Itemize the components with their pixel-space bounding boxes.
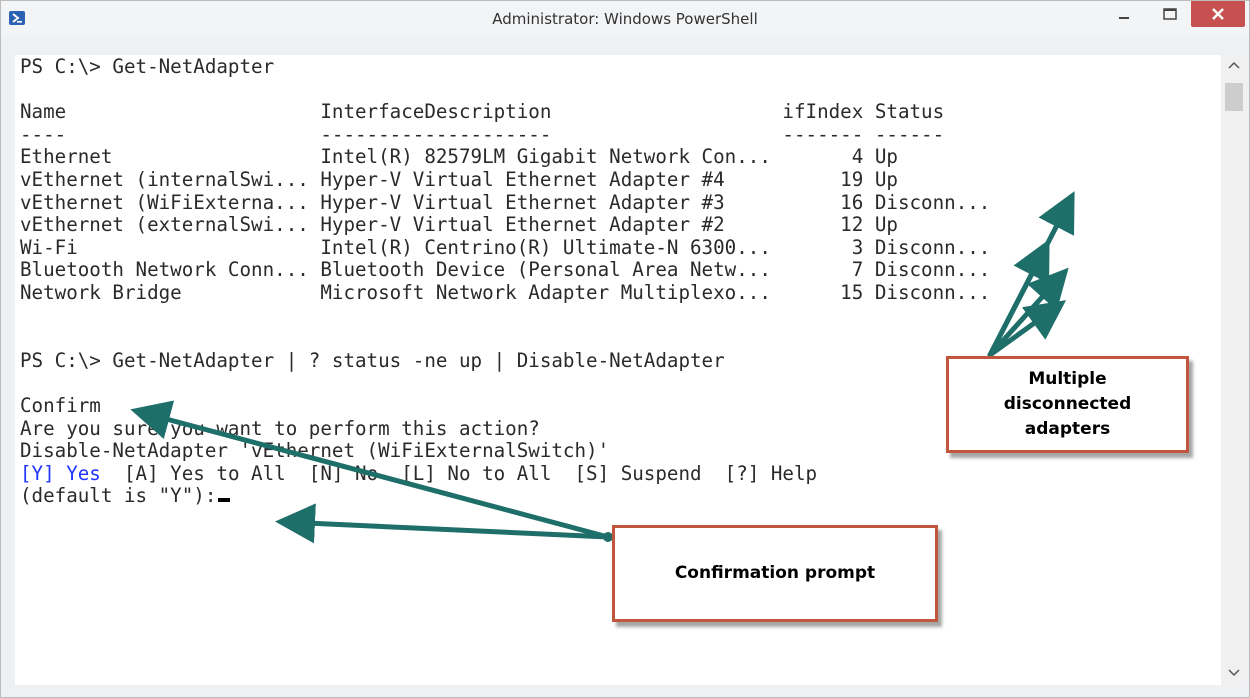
close-button[interactable] bbox=[1191, 1, 1245, 27]
window-title: Administrator: Windows PowerShell bbox=[492, 10, 758, 28]
scroll-thumb[interactable] bbox=[1225, 83, 1243, 111]
maximize-icon bbox=[1163, 8, 1177, 20]
command-prompt-get-netadapter: PS C:\> Get-NetAdapter bbox=[20, 55, 275, 78]
minimize-button[interactable] bbox=[1101, 1, 1147, 27]
text-cursor bbox=[218, 498, 231, 503]
vertical-scrollbar[interactable] bbox=[1221, 55, 1247, 685]
table-row: vEthernet (externalSwi... Hyper-V Virtua… bbox=[20, 213, 898, 237]
table-row: Ethernet Intel(R) 82579LM Gigabit Networ… bbox=[20, 145, 898, 169]
title-bar[interactable]: Administrator: Windows PowerShell bbox=[1, 1, 1249, 37]
callout-confirm-text: Confirmation prompt bbox=[674, 563, 876, 583]
default-prompt-line[interactable]: (default is "Y"): bbox=[20, 484, 1221, 508]
table-row: Network Bridge Microsoft Network Adapter… bbox=[20, 280, 991, 304]
table-row: Wi-Fi Intel(R) Centrino(R) Ultimate-N 63… bbox=[20, 235, 991, 259]
default-choice-yes[interactable]: [Y] Yes bbox=[20, 462, 101, 485]
callout-confirmation-prompt: Confirmation prompt bbox=[612, 525, 938, 622]
other-choices: [A] Yes to All [N] No [L] No to All [S] … bbox=[100, 461, 818, 485]
maximize-button[interactable] bbox=[1147, 1, 1193, 27]
table-separator: ---- -------------------- ------- ------ bbox=[20, 122, 945, 146]
scroll-up-button[interactable] bbox=[1221, 55, 1247, 77]
callout-adapters-text: Multiple disconnected adapters bbox=[1003, 369, 1132, 439]
confirm-choices: [Y] Yes [A] Yes to All [N] No [L] No to … bbox=[20, 461, 1221, 486]
table-header: Name InterfaceDescription ifIndex Status bbox=[20, 100, 945, 124]
table-row: vEthernet (WiFiExterna... Hyper-V Virtua… bbox=[20, 190, 991, 214]
table-row: vEthernet (internalSwi... Hyper-V Virtua… bbox=[20, 167, 898, 191]
default-prompt: (default is "Y"): bbox=[20, 484, 217, 508]
callout-multiple-disconnected-adapters: Multiple disconnected adapters bbox=[946, 356, 1189, 453]
chevron-down-icon bbox=[1228, 669, 1240, 677]
chevron-up-icon bbox=[1228, 61, 1240, 69]
table-row: Bluetooth Network Conn... Bluetooth Devi… bbox=[20, 258, 991, 282]
scroll-down-button[interactable] bbox=[1221, 663, 1247, 685]
minimize-icon bbox=[1119, 17, 1129, 19]
close-icon bbox=[1212, 8, 1224, 20]
